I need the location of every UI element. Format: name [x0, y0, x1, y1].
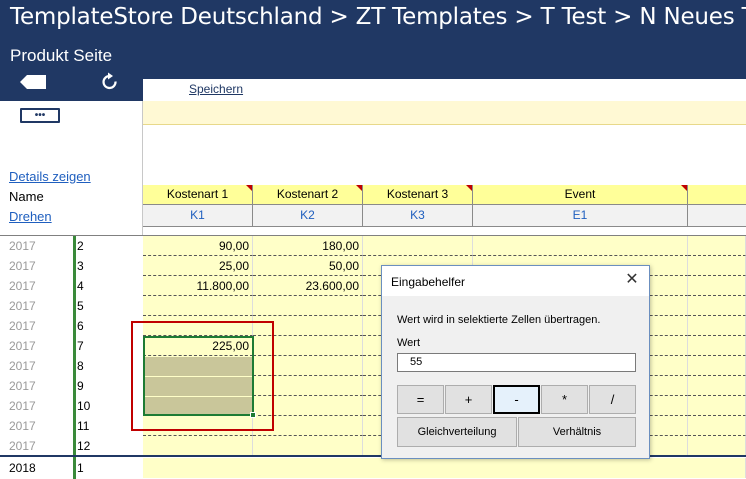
row-year: 2017 [9, 439, 36, 453]
column-key-k1: K1 [143, 205, 253, 227]
table-row: 2018 1 [0, 458, 746, 478]
info-band [143, 101, 746, 125]
column-key-e1: E1 [473, 205, 688, 227]
rotate-link[interactable]: Drehen [9, 209, 52, 224]
back-icon[interactable] [20, 75, 46, 89]
grid-cell[interactable] [253, 436, 363, 456]
details-link[interactable]: Details zeigen [9, 169, 91, 184]
name-label: Name [9, 189, 44, 204]
grid-cell[interactable] [688, 296, 746, 316]
row-number: 9 [77, 379, 84, 393]
divide-button[interactable]: / [589, 385, 636, 414]
row-year: 2017 [9, 239, 36, 253]
page-title: Produkt Seite [10, 46, 113, 65]
comment-marker-icon [466, 185, 472, 191]
grid-cell[interactable] [688, 376, 746, 396]
row-number: 2 [77, 239, 84, 253]
grid-cell[interactable] [688, 236, 746, 256]
grid-cell[interactable] [688, 256, 746, 276]
column-header-label: Event [564, 187, 596, 201]
row-year: 2017 [9, 399, 36, 413]
comment-marker-icon [246, 185, 252, 191]
cell-value: 23.600,00 [305, 279, 359, 293]
column-header-kostenart-3[interactable]: Kostenart 3 [363, 185, 473, 205]
cell-value: 90,00 [218, 239, 249, 253]
cell-value: 25,00 [218, 259, 249, 273]
save-link[interactable]: Speichern [189, 82, 243, 96]
grid-cell[interactable] [688, 316, 746, 336]
row-number: 10 [77, 399, 91, 413]
value-input[interactable]: 55 [397, 353, 636, 372]
row-number: 7 [77, 339, 84, 353]
column-header-label: Kostenart 1 [166, 187, 229, 201]
minus-button[interactable]: - [493, 385, 540, 414]
comment-marker-icon [681, 185, 687, 191]
row-year: 2017 [9, 319, 36, 333]
refresh-icon[interactable] [100, 72, 120, 92]
value-label: Wert [397, 337, 421, 349]
grid-cell[interactable] [473, 236, 688, 256]
cell-value: 50,00 [328, 259, 359, 273]
row-year: 2017 [9, 359, 36, 373]
grid-cell[interactable] [688, 396, 746, 416]
grid-cell[interactable] [688, 356, 746, 376]
column-header-kostenart-1[interactable]: Kostenart 1 [143, 185, 253, 205]
equals-button[interactable]: = [397, 385, 444, 414]
ratio-button[interactable]: Verhältnis [518, 417, 636, 447]
grid-cell[interactable] [143, 436, 253, 456]
grid-cell[interactable] [253, 296, 363, 316]
more-options-button[interactable]: ••• [20, 108, 60, 123]
row-year: 2017 [9, 379, 36, 393]
grid-cell[interactable] [143, 458, 746, 478]
row-year: 2018 [9, 461, 36, 475]
row-year: 2017 [9, 299, 36, 313]
column-header-label: Kostenart 2 [276, 187, 339, 201]
input-helper-dialog: Eingabehelfer ✕ Wert wird in selektierte… [381, 265, 650, 459]
row-number: 11 [77, 419, 90, 433]
column-key-empty [688, 205, 746, 227]
table-row: 2017 2 90,00 180,00 [0, 236, 746, 256]
row-number: 6 [77, 319, 84, 333]
row-number: 1 [77, 461, 84, 475]
column-header-label: Kostenart 3 [386, 187, 449, 201]
row-number: 12 [77, 439, 91, 453]
row-group-marker [73, 236, 76, 479]
row-number: 3 [77, 259, 84, 273]
column-header-kostenart-2[interactable]: Kostenart 2 [253, 185, 363, 205]
highlight-frame [131, 321, 274, 431]
breadcrumb-title: TemplateStore Deutschland > ZT Templates… [10, 4, 746, 30]
cell-value: 11.800,00 [196, 279, 250, 293]
row-number: 4 [77, 279, 84, 293]
dialog-message: Wert wird in selektierte Zellen übertrag… [397, 314, 601, 326]
row-year: 2017 [9, 259, 36, 273]
row-year: 2017 [9, 339, 36, 353]
row-number: 5 [77, 299, 84, 313]
grid-cell[interactable] [688, 416, 746, 436]
plus-button[interactable]: + [445, 385, 492, 414]
close-icon[interactable]: ✕ [622, 270, 642, 290]
grid-cell[interactable] [688, 436, 746, 456]
equal-distribution-button[interactable]: Gleichverteilung [397, 417, 517, 447]
grid-cell[interactable] [688, 336, 746, 356]
comment-marker-icon [356, 185, 362, 191]
dialog-title: Eingabehelfer [391, 275, 466, 289]
row-number: 8 [77, 359, 84, 373]
column-header-empty [688, 185, 746, 205]
column-key-k3: K3 [363, 205, 473, 227]
cell-value: 180,00 [322, 239, 359, 253]
grid-cell[interactable] [143, 296, 253, 316]
row-year: 2017 [9, 279, 36, 293]
grid-cell[interactable] [363, 236, 473, 256]
multiply-button[interactable]: * [541, 385, 588, 414]
column-header-event[interactable]: Event [473, 185, 688, 205]
row-year: 2017 [9, 419, 36, 433]
grid-cell[interactable] [688, 276, 746, 296]
column-key-k2: K2 [253, 205, 363, 227]
